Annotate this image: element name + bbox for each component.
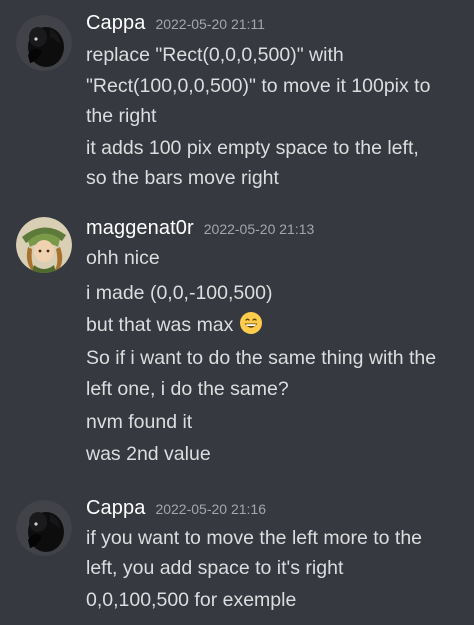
message-line: the right (86, 105, 157, 127)
username[interactable]: maggenat0r (86, 217, 194, 240)
message-line: nvm found it (86, 411, 193, 433)
message-line: so the bars move right (86, 167, 279, 189)
message-group: Cappa 2022-05-20 21:16 if you want to mo… (0, 497, 474, 622)
grinning-face-emoji-icon (240, 312, 263, 334)
timestamp: 2022-05-20 21:11 (155, 16, 265, 32)
message-group: maggenat0r 2022-05-20 21:13 ohh nice i m… (0, 217, 474, 477)
timestamp: 2022-05-20 21:13 (203, 221, 315, 237)
chat-messages: Cappa 2022-05-20 21:11 replace "Rect(0,0… (0, 0, 474, 625)
username[interactable]: Cappa (86, 12, 145, 35)
message-line: ohh nice (86, 247, 160, 269)
timestamp: 2022-05-20 21:16 (155, 501, 266, 517)
black-creature-avatar-icon (16, 500, 72, 556)
message-line: "Rect(100,0,0,500)" to move it 100pix to (86, 75, 431, 97)
message-line: i made (0,0,-100,500) (86, 282, 273, 304)
message-line: it adds 100 pix empty space to the left, (86, 137, 419, 159)
message-line-with-emoji: but that was max (86, 310, 466, 341)
message-group: Cappa 2022-05-20 21:11 replace "Rect(0,0… (0, 12, 474, 192)
black-creature-avatar[interactable] (16, 500, 72, 556)
message-line: was 2nd value (86, 443, 211, 465)
cartoon-character-avatar[interactable] (16, 217, 72, 273)
message-line: left one, i do the same? (86, 378, 289, 400)
message-text: but that was max (86, 314, 234, 336)
message-line: 0,0,100,500 for exemple (86, 589, 297, 611)
message-line: if you want to move the left more to the (86, 527, 423, 549)
message-line: replace "Rect(0,0,0,500)" with (86, 44, 344, 66)
cartoon-character-avatar-icon (16, 217, 72, 273)
black-creature-avatar-icon (16, 15, 72, 71)
message-line: left, you add space to it's right (86, 557, 344, 579)
message-line: So if i want to do the same thing with t… (86, 347, 437, 369)
black-creature-avatar[interactable] (16, 15, 72, 71)
username[interactable]: Cappa (86, 497, 145, 520)
